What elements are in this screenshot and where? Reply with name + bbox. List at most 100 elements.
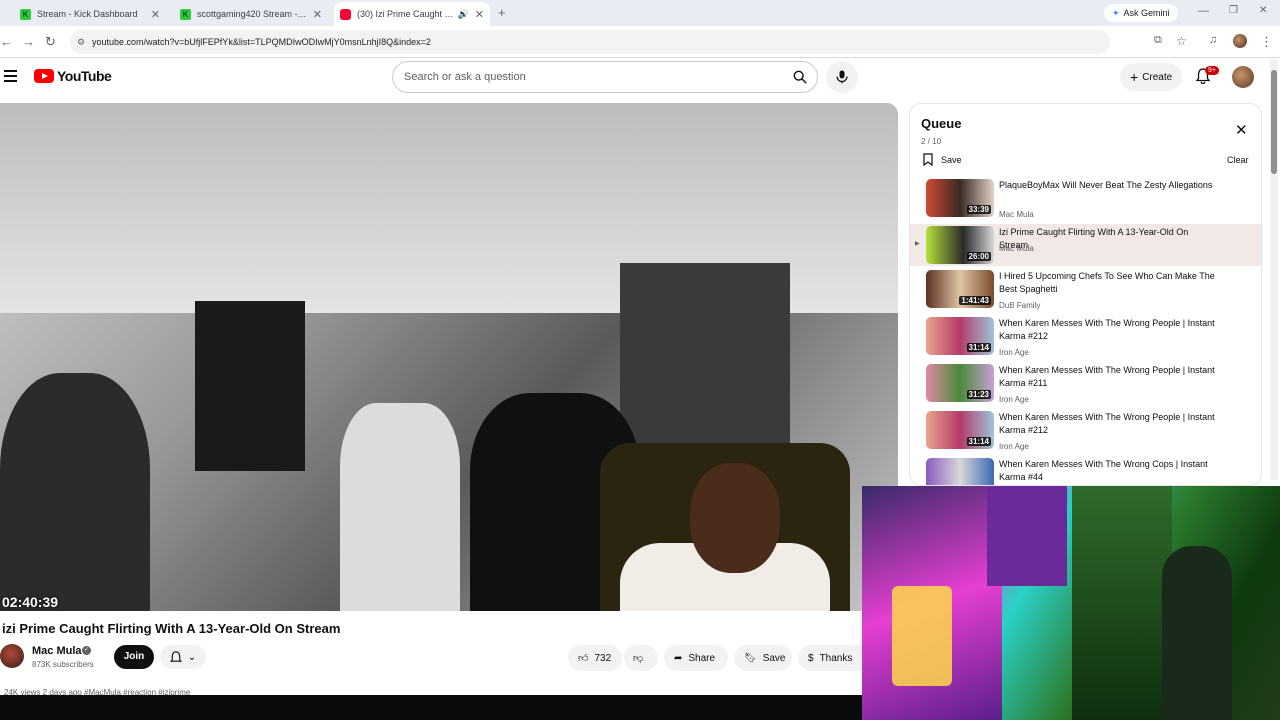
voice-search-button[interactable] xyxy=(826,61,858,93)
queue-item[interactable]: 31:23 When Karen Messes With The Wrong P… xyxy=(910,362,1261,408)
queue-item-title: PlaqueBoyMax Will Never Beat The Zesty A… xyxy=(999,180,1213,190)
browser-menu-icon[interactable]: ⋮ xyxy=(1260,34,1273,50)
notification-badge: 9+ xyxy=(1205,66,1219,75)
dislike-button[interactable]: 👎︎ xyxy=(624,645,658,671)
channel-avatar[interactable] xyxy=(0,644,24,668)
streamer-webcam-overlay xyxy=(862,486,1280,720)
speaker-icon[interactable]: 🔊 xyxy=(458,9,469,20)
browser-tab-youtube[interactable]: (30) Izi Prime Caught Flirtin 🔊 ✕ xyxy=(334,2,490,26)
gemini-icon: ✦ xyxy=(1112,7,1120,18)
thanks-button[interactable]: $ Thanks xyxy=(798,645,862,671)
account-avatar[interactable] xyxy=(1232,66,1254,88)
search-icon[interactable] xyxy=(793,70,807,84)
queue-item-channel: Mac Mula xyxy=(999,210,1034,219)
queue-clear-button[interactable]: Clear xyxy=(1227,155,1249,165)
webcam-plant-backdrop xyxy=(1072,486,1172,720)
forward-icon[interactable]: → xyxy=(22,34,35,49)
duration-badge: 1:41:43 xyxy=(959,296,991,305)
video-thumbnail: 33:39 xyxy=(926,179,994,217)
close-icon[interactable]: ✕ xyxy=(1235,121,1248,139)
video-player[interactable] xyxy=(0,103,898,611)
microphone-icon xyxy=(836,70,848,84)
queue-item[interactable]: 33:39 PlaqueBoyMax Will Never Beat The Z… xyxy=(910,177,1261,223)
queue-item[interactable]: 31:14 When Karen Messes With The Wrong P… xyxy=(910,315,1261,361)
ask-gemini-button[interactable]: ✦ Ask Gemini xyxy=(1104,4,1178,22)
back-icon[interactable]: ← xyxy=(0,34,13,49)
thumbs-up-icon: 👍︎ xyxy=(578,653,589,664)
video-thumbnail: 26:00 xyxy=(926,226,994,264)
video-person-center xyxy=(340,403,460,611)
browser-tab-scottgaming[interactable]: K scottgaming420 Stream - Watc ✕ xyxy=(174,2,328,26)
youtube-play-icon xyxy=(34,69,54,83)
like-count: 732 xyxy=(594,652,612,664)
webcam-banner xyxy=(987,486,1067,586)
bookmark-star-icon[interactable]: ☆ xyxy=(1176,34,1187,48)
queue-item-title: When Karen Messes With The Wrong People … xyxy=(999,412,1215,435)
queue-item[interactable]: When Karen Messes With The Wrong Cops | … xyxy=(910,456,1261,485)
scrollbar-thumb[interactable] xyxy=(1271,70,1277,174)
bookmark-icon xyxy=(923,153,933,166)
streamer-head xyxy=(690,463,780,573)
close-icon[interactable]: ✕ xyxy=(475,8,484,21)
thanks-icon: $ xyxy=(808,652,814,664)
chevron-down-icon: ⌄ xyxy=(187,651,197,663)
media-control-icon[interactable]: ♫ xyxy=(1209,34,1217,46)
queue-item-current[interactable]: ▶ 26:00 Izi Prime Caught Flirting With A… xyxy=(910,224,1261,266)
create-label: Create xyxy=(1142,71,1173,83)
youtube-logo[interactable]: YouTube xyxy=(34,68,112,84)
queue-item[interactable]: 31:14 When Karen Messes With The Wrong P… xyxy=(910,409,1261,455)
video-thumbnail: 31:23 xyxy=(926,364,994,402)
queue-item-channel: Mac Mula xyxy=(999,244,1034,253)
tab-title: (30) Izi Prime Caught Flirtin xyxy=(357,9,455,19)
browser-tab-bar: K Stream - Kick Dashboard ✕ K scottgamin… xyxy=(0,0,1280,26)
close-window-icon[interactable]: ✕ xyxy=(1259,5,1267,16)
queue-title: Queue xyxy=(921,116,962,131)
browser-tab-kick-dashboard[interactable]: K Stream - Kick Dashboard ✕ xyxy=(14,2,166,26)
url-text: youtube.com/watch?v=bUfjlFEPfYk&list=TLP… xyxy=(92,37,431,47)
join-button[interactable]: Join xyxy=(114,645,154,669)
kick-icon: K xyxy=(20,8,31,20)
tab-title: scottgaming420 Stream - Watc xyxy=(197,9,307,19)
webcam-box xyxy=(892,586,952,686)
create-button[interactable]: + Create xyxy=(1120,63,1183,91)
video-timestamp: 02:40:39 xyxy=(2,594,59,610)
video-thumbnail: 31:14 xyxy=(926,411,994,449)
queue-item-title: When Karen Messes With The Wrong People … xyxy=(999,365,1215,388)
logo-text: YouTube xyxy=(57,68,112,84)
save-button[interactable]: 🔖︎ Save xyxy=(734,645,792,671)
channel-name[interactable]: Mac Mula xyxy=(32,645,82,657)
install-icon[interactable]: ⧉ xyxy=(1154,34,1162,47)
duration-badge: 26:00 xyxy=(966,252,991,261)
now-playing-icon: ▶ xyxy=(915,241,920,247)
verified-check-icon: ✓ xyxy=(82,646,91,655)
subscriber-count: 873K subscribers xyxy=(32,660,94,669)
close-icon[interactable]: ✕ xyxy=(151,8,160,21)
queue-item-channel: Iron Age xyxy=(999,348,1029,357)
youtube-icon xyxy=(340,8,351,20)
queue-item-title: When Karen Messes With The Wrong People … xyxy=(999,318,1215,341)
duration-badge: 31:23 xyxy=(966,390,991,399)
tab-title: Stream - Kick Dashboard xyxy=(37,9,138,19)
video-thumbnail: 31:14 xyxy=(926,317,994,355)
profile-avatar[interactable] xyxy=(1233,34,1247,48)
close-icon[interactable]: ✕ xyxy=(313,8,322,21)
site-info-icon[interactable]: ⚙ xyxy=(77,30,85,54)
share-button[interactable]: ➦ Share xyxy=(664,645,728,671)
like-button[interactable]: 👍︎ 732 xyxy=(568,645,622,671)
youtube-header: YouTube Search or ask a question + Creat… xyxy=(0,58,1280,98)
address-bar[interactable]: ⚙ youtube.com/watch?v=bUfjlFEPfYk&list=T… xyxy=(70,30,1110,54)
minimize-icon[interactable]: — xyxy=(1198,5,1209,17)
queue-item[interactable]: 1:41:43 I Hired 5 Upcoming Chefs To See … xyxy=(910,268,1261,314)
maximize-icon[interactable]: ❐ xyxy=(1229,5,1238,16)
search-placeholder: Search or ask a question xyxy=(404,71,526,83)
new-tab-button[interactable]: + xyxy=(498,5,506,20)
search-input[interactable]: Search or ask a question xyxy=(392,61,818,93)
queue-save-button[interactable]: Save xyxy=(923,153,962,166)
hamburger-menu-icon[interactable] xyxy=(4,70,17,82)
share-arrow-icon: ➦ xyxy=(674,652,683,664)
duration-badge: 33:39 xyxy=(966,205,991,214)
video-person-left xyxy=(0,373,150,611)
subscribe-notification-button[interactable]: ⌄ xyxy=(160,645,206,669)
bell-icon xyxy=(169,650,182,662)
reload-icon[interactable]: ↻ xyxy=(45,34,56,50)
